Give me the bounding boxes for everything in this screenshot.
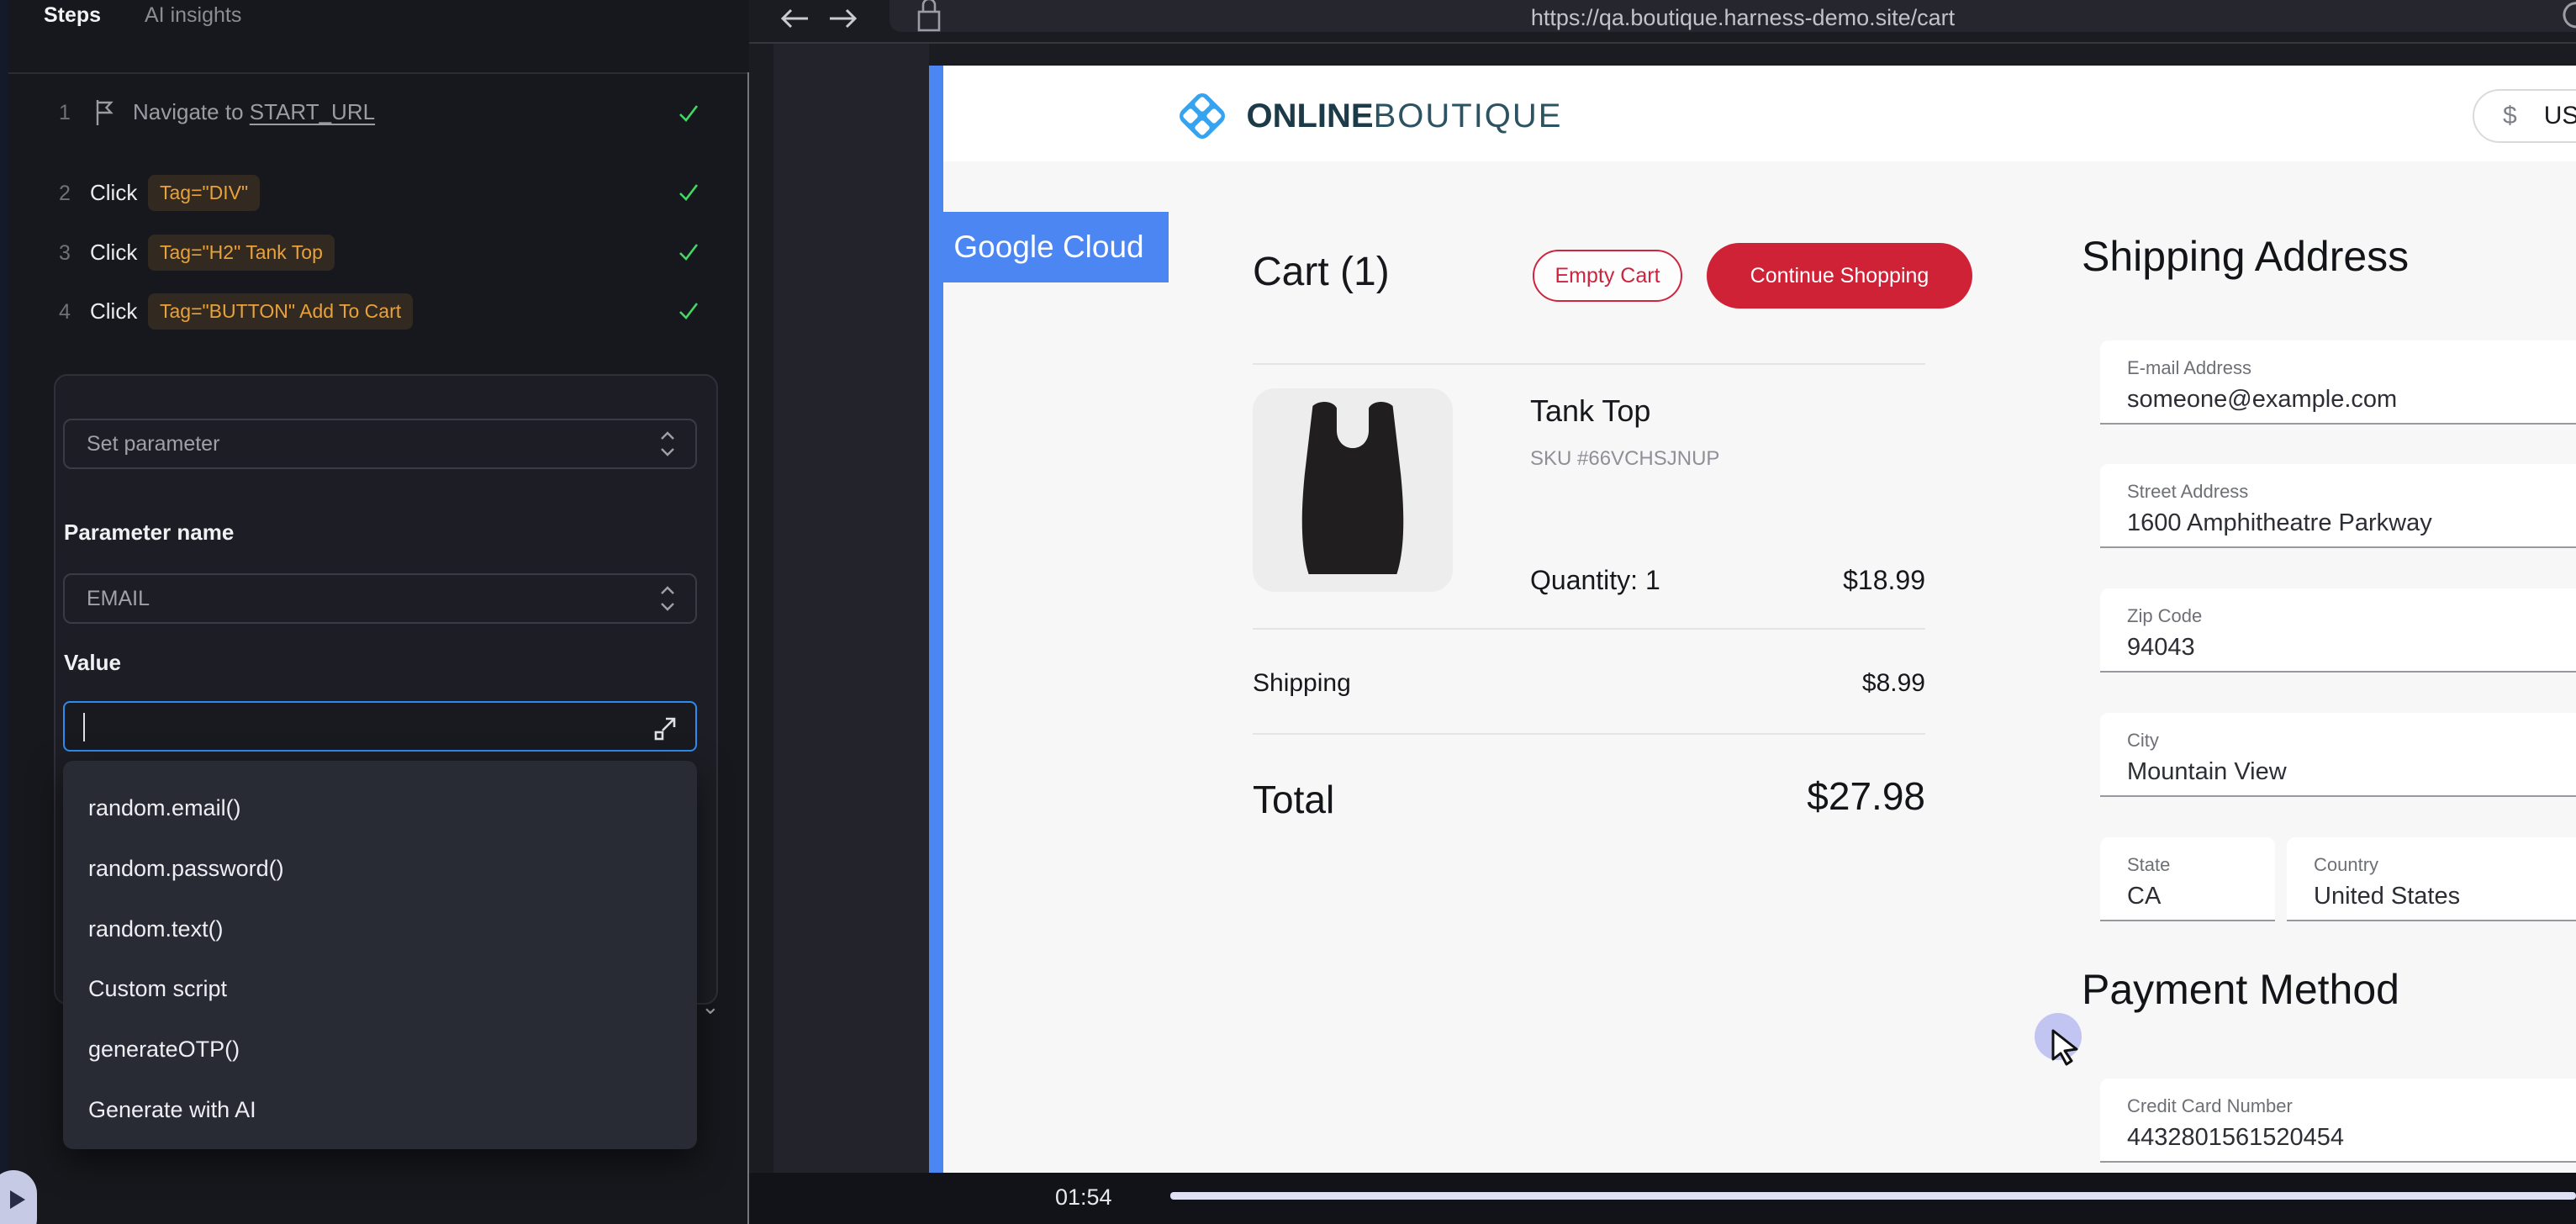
suggestion-custom-script[interactable]: Custom script <box>88 958 668 1019</box>
tab-steps[interactable]: Steps <box>44 3 101 28</box>
city-field[interactable]: City Mountain View <box>2100 713 2576 797</box>
zip-code-field[interactable]: Zip Code 94043 <box>2100 588 2576 673</box>
field-label: State <box>2127 854 2170 876</box>
suggestion-random-text[interactable]: random.text() <box>88 899 668 959</box>
item-name: Tank Top <box>1530 393 1650 429</box>
back-arrow-icon[interactable] <box>778 2 811 35</box>
playback-time: 01:54 <box>1055 1184 1112 1211</box>
continue-shopping-button[interactable]: Continue Shopping <box>1707 243 1972 309</box>
text-caret <box>83 713 85 741</box>
step-passed-icon <box>676 180 701 205</box>
step-passed-icon <box>676 298 701 324</box>
expand-editor-icon[interactable] <box>652 715 678 741</box>
divider <box>1253 733 1925 735</box>
email-field[interactable]: E-mail Address someone@example.com <box>2100 340 2576 425</box>
field-value: United States <box>2314 883 2460 910</box>
step-target-badge[interactable]: Tag="DIV" <box>148 175 260 211</box>
item-quantity: Quantity: 1 <box>1530 565 1660 596</box>
value-input[interactable] <box>63 701 697 752</box>
credit-card-field[interactable]: Credit Card Number 4432801561520454 <box>2100 1079 2576 1163</box>
step-number: 2 <box>59 182 71 206</box>
mouse-cursor <box>2048 1027 2088 1068</box>
suggestion-random-email[interactable]: random.email() <box>88 778 668 838</box>
field-value: someone@example.com <box>2127 386 2397 414</box>
step-action: Click <box>90 180 137 206</box>
playback-bar: 01:54 <box>749 1173 2576 1224</box>
select-chevrons-icon <box>658 584 677 613</box>
refresh-icon[interactable] <box>2558 0 2576 32</box>
payment-method-title: Payment Method <box>2082 965 2399 1014</box>
field-label: City <box>2127 730 2159 752</box>
field-label: Country <box>2314 854 2378 876</box>
step-action: Click <box>90 240 137 266</box>
parameter-name-value: EMAIL <box>87 587 150 611</box>
total-label: Total <box>1253 777 1334 822</box>
field-value: 94043 <box>2127 634 2195 662</box>
step-target-badge[interactable]: Tag="BUTTON" Add To Cart <box>148 293 413 330</box>
step-row[interactable]: 4 Click Tag="BUTTON" Add To Cart <box>0 292 747 335</box>
state-field[interactable]: State CA <box>2100 837 2275 921</box>
suggestion-generate-otp[interactable]: generateOTP() <box>88 1019 668 1079</box>
field-label: Street Address <box>2127 481 2248 503</box>
value-label: Value <box>64 650 121 676</box>
empty-cart-button[interactable]: Empty Cart <box>1533 250 1682 302</box>
step-number: 1 <box>59 101 71 125</box>
action-select-value: Set parameter <box>87 432 219 456</box>
panel-divider <box>8 72 747 74</box>
divider <box>1253 628 1925 630</box>
suggestion-generate-ai[interactable]: Generate with AI <box>88 1079 668 1140</box>
product-image <box>1253 388 1453 592</box>
country-field[interactable]: Country United States <box>2287 837 2576 921</box>
lock-icon <box>913 0 945 34</box>
item-sku: SKU #66VCHSJNUP <box>1530 447 1719 471</box>
suggestion-random-password[interactable]: random.password() <box>88 838 668 899</box>
step-start-url-link[interactable]: START_URL <box>250 99 375 124</box>
cart-title: Cart (1) <box>1253 249 1390 295</box>
url-bar[interactable]: https://qa.boutique.harness-demo.site/ca… <box>889 0 2576 32</box>
step-number: 4 <box>59 300 71 324</box>
step-action: Click <box>90 298 137 324</box>
parameter-name-select[interactable]: EMAIL <box>63 573 697 624</box>
hidden-select-chevron-icon: ⌄ <box>701 994 720 1020</box>
field-value: 4432801561520454 <box>2127 1124 2344 1152</box>
site-viewport: ONLINEBOUTIQUE $ USD Google Cloud Cart (… <box>929 66 2576 1173</box>
street-address-field[interactable]: Street Address 1600 Amphitheatre Parkway <box>2100 464 2576 548</box>
step-passed-icon <box>676 240 701 265</box>
value-suggestions-dropdown: random.email() random.password() random.… <box>63 761 697 1149</box>
chrome-divider <box>749 42 2576 44</box>
total-value: $27.98 <box>1673 773 1925 819</box>
step-row[interactable]: 3 Click Tag="H2" Tank Top <box>0 233 747 277</box>
url-text: https://qa.boutique.harness-demo.site/ca… <box>889 5 2576 31</box>
drawer-handle[interactable] <box>0 1170 37 1224</box>
field-label: E-mail Address <box>2127 357 2251 379</box>
step-text: Navigate to START_URL <box>133 99 375 125</box>
step-row[interactable]: 2 Click Tag="DIV" <box>0 173 747 217</box>
app-root: Steps AI insights 1 Navigate to START_UR… <box>0 0 2576 1224</box>
forward-arrow-icon[interactable] <box>826 2 860 35</box>
field-label: Zip Code <box>2127 605 2202 627</box>
step-passed-icon <box>676 101 701 126</box>
tab-ai-insights[interactable]: AI insights <box>145 3 241 28</box>
step-number: 3 <box>59 241 71 266</box>
step-target-badge[interactable]: Tag="H2" Tank Top <box>148 235 335 271</box>
step-row[interactable]: 1 Navigate to START_URL <box>0 94 747 135</box>
select-chevrons-icon <box>658 430 677 458</box>
field-value: Mountain View <box>2127 758 2287 786</box>
item-price: $18.99 <box>1757 565 1925 596</box>
field-value: 1600 Amphitheatre Parkway <box>2127 509 2432 537</box>
parameter-name-label: Parameter name <box>64 520 234 546</box>
viewport-letterbox <box>773 44 929 1173</box>
play-triangle-icon <box>10 1190 25 1209</box>
action-select[interactable]: Set parameter <box>63 419 697 469</box>
shipping-label: Shipping <box>1253 669 1351 698</box>
divider <box>1253 363 1925 365</box>
field-value: CA <box>2127 883 2161 910</box>
step-action: Navigate to <box>133 99 244 124</box>
flag-icon <box>94 99 116 126</box>
tank-top-image <box>1253 388 1453 592</box>
field-label: Credit Card Number <box>2127 1095 2293 1117</box>
shipping-address-title: Shipping Address <box>2082 232 2409 281</box>
playback-progress-bar[interactable] <box>1170 1192 2576 1200</box>
shipping-value: $8.99 <box>1757 669 1925 698</box>
